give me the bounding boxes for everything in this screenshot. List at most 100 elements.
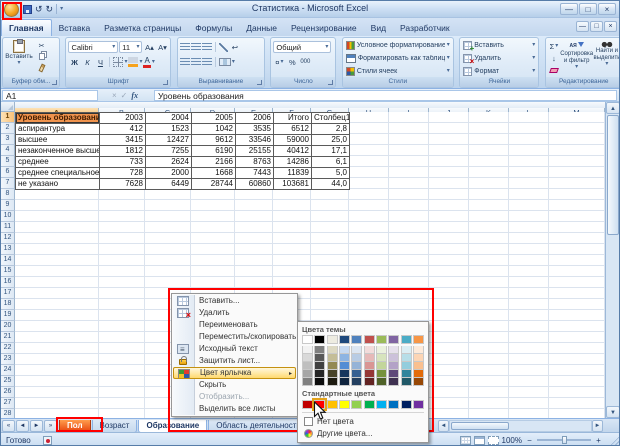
row-header-15[interactable]: 15 (1, 266, 15, 277)
fill-color-icon[interactable] (128, 57, 138, 67)
table-cell[interactable]: 7628 (100, 179, 146, 190)
theme-color-swatch[interactable] (327, 346, 338, 354)
row-header-8[interactable]: 8 (1, 189, 15, 200)
row-header-20[interactable]: 20 (1, 321, 15, 332)
theme-color-swatch[interactable] (376, 370, 387, 378)
theme-color-swatch[interactable] (327, 370, 338, 378)
standard-color-swatch[interactable] (376, 400, 387, 409)
zoom-slider-thumb[interactable] (562, 436, 567, 444)
minimize-button[interactable]: — (560, 3, 578, 15)
ribbon-tab-Рецензирование[interactable]: Рецензирование (284, 20, 364, 37)
theme-color-swatch[interactable] (314, 346, 325, 354)
hscroll-right-icon[interactable]: ► (592, 420, 603, 432)
table-cell[interactable]: 28744 (192, 179, 236, 190)
theme-color-swatch[interactable] (401, 378, 412, 386)
horizontal-scrollbar[interactable]: ◄ ► (438, 420, 603, 432)
workbook-restore-button[interactable]: □ (590, 21, 603, 32)
standard-color-swatch[interactable] (413, 400, 424, 409)
theme-color-swatch[interactable] (327, 378, 338, 386)
row-header-17[interactable]: 17 (1, 288, 15, 299)
hscroll-left-icon[interactable]: ◄ (438, 420, 449, 432)
horizontal-scroll-thumb[interactable] (451, 422, 509, 430)
table-cell[interactable]: 25155 (236, 146, 274, 157)
format-cells-button[interactable]: Формат▾ (460, 65, 538, 77)
theme-color-swatch[interactable] (401, 362, 412, 370)
row-header-24[interactable]: 24 (1, 365, 15, 376)
prev-sheet-button[interactable]: ◄ (16, 420, 29, 432)
vertical-scrollbar[interactable]: ▲ ▼ (605, 102, 620, 418)
row-header-27[interactable]: 27 (1, 398, 15, 409)
table-cell[interactable]: 33546 (236, 135, 274, 146)
borders-icon[interactable] (113, 57, 123, 67)
percent-button[interactable]: % (286, 56, 298, 68)
menu-item-move-copy-sheet[interactable]: Переместить/скопировать... (173, 331, 296, 343)
theme-color-swatch[interactable] (388, 335, 399, 344)
table-cell[interactable]: 412 (100, 124, 146, 135)
table-cell[interactable]: 59000 (274, 135, 312, 146)
menu-item-insert-sheet[interactable]: Вставить... (173, 295, 296, 307)
insert-cells-button[interactable]: Вставить▾ (460, 39, 538, 51)
table-cell[interactable]: незаконченное высшее (16, 146, 100, 157)
zoom-in-button[interactable]: + (594, 436, 603, 445)
ribbon-tab-Вставка[interactable]: Вставка (52, 20, 98, 37)
standard-color-swatch[interactable] (401, 400, 412, 409)
theme-color-swatch[interactable] (327, 362, 338, 370)
table-cell[interactable]: 14286 (274, 157, 312, 168)
table-cell[interactable]: 1523 (146, 124, 192, 135)
theme-color-swatch[interactable] (351, 362, 362, 370)
theme-color-swatch[interactable] (413, 335, 424, 344)
table-cell[interactable]: 12427 (146, 135, 192, 146)
next-sheet-button[interactable]: ► (30, 420, 43, 432)
theme-color-swatch[interactable] (339, 370, 350, 378)
theme-color-swatch[interactable] (388, 378, 399, 386)
table-cell[interactable]: 17,1 (312, 146, 350, 157)
row-header-16[interactable]: 16 (1, 277, 15, 288)
table-header-cell[interactable]: 2006 (236, 113, 274, 124)
theme-color-swatch[interactable] (388, 354, 399, 362)
align-right-icon[interactable] (202, 58, 212, 66)
hscroll-track[interactable] (449, 420, 592, 432)
theme-color-swatch[interactable] (302, 346, 313, 354)
menu-item-view-code[interactable]: Исходный текст (173, 343, 296, 355)
theme-color-swatch[interactable] (351, 335, 362, 344)
table-header-cell[interactable]: Итого (274, 113, 312, 124)
theme-color-swatch[interactable] (339, 346, 350, 354)
bold-button[interactable]: Ж (68, 56, 80, 68)
vertical-scroll-thumb[interactable] (607, 115, 619, 235)
table-cell[interactable]: 2000 (146, 168, 192, 179)
underline-button[interactable]: Ч (94, 56, 106, 68)
copy-button[interactable] (35, 53, 48, 63)
theme-color-swatch[interactable] (364, 370, 375, 378)
page-layout-view-icon[interactable] (474, 436, 485, 445)
ribbon-tab-Разметка страницы[interactable]: Разметка страницы (97, 20, 188, 37)
workbook-close-button[interactable]: × (604, 21, 617, 32)
row-header-4[interactable]: 4 (1, 145, 15, 156)
find-select-button[interactable]: Найти и выделить ▾ (593, 40, 620, 76)
zoom-level[interactable]: 100% (502, 436, 522, 445)
maximize-button[interactable]: □ (579, 3, 597, 15)
theme-color-swatch[interactable] (302, 378, 313, 386)
resize-grip[interactable] (606, 434, 619, 446)
row-header-23[interactable]: 23 (1, 354, 15, 365)
row-header-10[interactable]: 10 (1, 211, 15, 222)
ribbon-tab-Разработчик[interactable]: Разработчик (393, 20, 457, 37)
row-header-9[interactable]: 9 (1, 200, 15, 211)
row-header-12[interactable]: 12 (1, 233, 15, 244)
standard-color-swatch[interactable] (327, 400, 338, 409)
table-cell[interactable]: 733 (100, 157, 146, 168)
menu-item-select-all-sheets[interactable]: Выделить все листы (173, 403, 296, 415)
table-cell[interactable]: 728 (100, 168, 146, 179)
last-sheet-button[interactable]: » (44, 420, 57, 432)
theme-color-swatch[interactable] (376, 346, 387, 354)
row-header-18[interactable]: 18 (1, 299, 15, 310)
delete-cells-button[interactable]: Удалить▾ (460, 52, 538, 64)
table-header-cell[interactable]: 2004 (146, 113, 192, 124)
table-cell[interactable]: 5,0 (312, 168, 350, 179)
table-cell[interactable]: среднее (16, 157, 100, 168)
scroll-up-icon[interactable]: ▲ (606, 102, 620, 114)
align-center-icon[interactable] (191, 58, 201, 66)
autosum-button[interactable]: Σ▾ (548, 40, 560, 52)
standard-color-swatch[interactable] (302, 400, 313, 409)
theme-color-swatch[interactable] (351, 378, 362, 386)
table-header-cell[interactable]: Столбец1 (312, 113, 350, 124)
